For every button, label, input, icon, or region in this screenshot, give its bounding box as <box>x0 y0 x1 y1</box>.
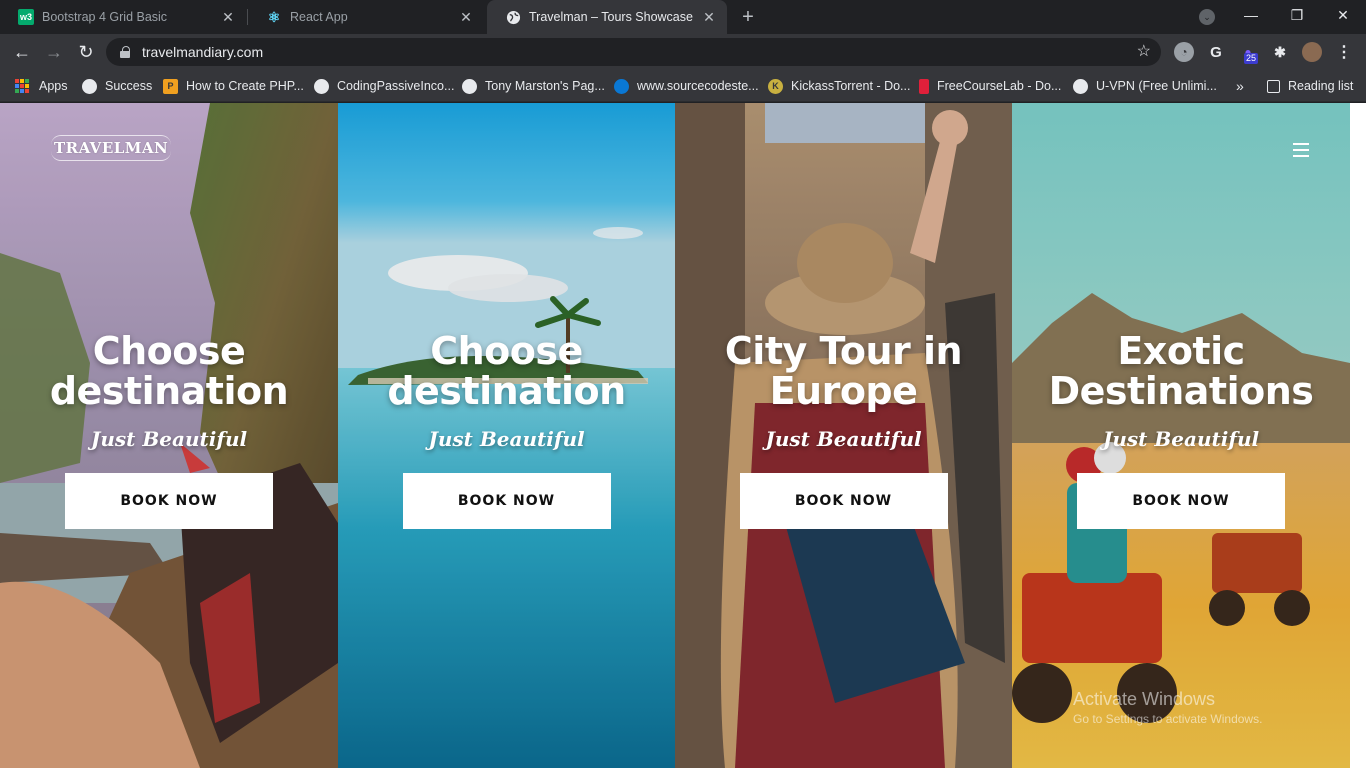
bookmark-freecourselab[interactable]: FreeCourseLab - Do... <box>919 76 1061 96</box>
p-logo-icon: P <box>163 78 178 94</box>
tab-react-app[interactable]: ⚛ React App ✕ <box>248 0 484 34</box>
bookmark-label: Success <box>105 79 153 93</box>
globe-favicon-icon <box>505 9 521 25</box>
bookmark-label: FreeCourseLab - Do... <box>937 79 1062 93</box>
page-viewport: Choose destination Just Beautiful BOOK N… <box>0 103 1366 768</box>
extension-gauge-icon[interactable]: ◔ <box>1174 42 1194 62</box>
panel-title: Choose destination <box>338 331 675 411</box>
react-favicon-icon: ⚛ <box>267 8 281 25</box>
address-bar[interactable]: travelmandiary.com ☆ <box>106 38 1161 66</box>
bookmark-kickass[interactable]: K KickassTorrent - Do... <box>768 76 910 96</box>
bookmarks-overflow-icon[interactable]: » <box>1236 76 1244 96</box>
restore-button[interactable]: ❐ <box>1274 0 1320 30</box>
bookmark-label: U-VPN (Free Unlimi... <box>1096 79 1217 93</box>
panel-subtitle: Just Beautiful <box>765 427 922 451</box>
globe-icon <box>82 78 97 94</box>
google-extension-icon[interactable]: G <box>1206 42 1226 62</box>
panel-title-line: destination <box>387 369 626 413</box>
panel-content: City Tour in Europe Just Beautiful BOOK … <box>675 331 1012 529</box>
tab-close-icon[interactable]: ✕ <box>220 9 236 25</box>
bookmark-red-icon <box>919 78 929 94</box>
lock-icon[interactable] <box>120 46 130 58</box>
panel-title-line: Choose <box>92 329 246 373</box>
tab-travelman[interactable]: Travelman – Tours Showcase ✕ <box>487 0 727 34</box>
profile-avatar[interactable] <box>1302 42 1322 62</box>
bookmark-star-icon[interactable]: ☆ <box>1137 41 1151 61</box>
bookmark-label: How to Create PHP... <box>186 79 304 93</box>
panel-title: Choose destination <box>0 331 338 411</box>
destination-panel[interactable]: Choose destination Just Beautiful BOOK N… <box>0 103 338 768</box>
bookmark-sourcecode[interactable]: www.sourcecodeste... <box>614 76 759 96</box>
bookmark-label: KickassTorrent - Do... <box>791 79 911 93</box>
panel-content: Exotic Destinations Just Beautiful BOOK … <box>1012 331 1350 529</box>
k-logo-icon: K <box>768 78 783 94</box>
watermark-line: Activate Windows <box>1073 689 1216 709</box>
windows-activation-watermark: Activate Windows Go to Settings to activ… <box>1073 689 1262 726</box>
destination-panel[interactable]: Exotic Destinations Just Beautiful BOOK … <box>1012 103 1350 768</box>
extension-badge: 25 <box>1244 53 1259 64</box>
panel-title: Exotic Destinations <box>1012 331 1350 411</box>
tab-title: Bootstrap 4 Grid Basic <box>42 10 168 24</box>
globe-icon <box>462 78 477 94</box>
panel-title-line: Europe <box>769 369 918 413</box>
bookmark-uvpn[interactable]: U-VPN (Free Unlimi... <box>1073 76 1217 96</box>
panel-content: Choose destination Just Beautiful BOOK N… <box>0 331 338 529</box>
drop-icon <box>614 78 629 94</box>
tab-title: Travelman – Tours Showcase <box>529 10 693 24</box>
panel-title-line: Exotic <box>1117 329 1245 373</box>
panel-subtitle: Just Beautiful <box>428 427 585 451</box>
bookmark-label: CodingPassiveInco... <box>337 79 455 93</box>
forward-arrow-icon[interactable]: → <box>42 40 66 64</box>
book-now-button[interactable]: BOOK NOW <box>402 473 611 529</box>
panel-subtitle: Just Beautiful <box>90 427 248 451</box>
tab-bootstrap-grid[interactable]: w3 Bootstrap 4 Grid Basic ✕ <box>0 0 246 34</box>
extensions-puzzle-icon[interactable]: ✱ <box>1270 42 1290 62</box>
panel-title: City Tour in Europe <box>675 331 1012 411</box>
minimize-button[interactable]: — <box>1228 0 1274 30</box>
watermark-line: Go to Settings to activate Windows. <box>1073 712 1263 726</box>
more-menu-icon[interactable]: ⋮ <box>1334 42 1354 62</box>
bookmark-label: Reading list <box>1288 79 1354 93</box>
panel-content: Choose destination Just Beautiful BOOK N… <box>338 331 675 529</box>
book-now-button[interactable]: BOOK NOW <box>65 473 273 529</box>
bookmark-label: Tony Marston's Pag... <box>485 79 605 93</box>
close-window-button[interactable]: ✕ <box>1320 0 1366 30</box>
back-arrow-icon[interactable]: ← <box>10 40 34 64</box>
bookmark-codingpassive[interactable]: CodingPassiveInco... <box>314 76 454 96</box>
bookmark-label: Apps <box>39 79 68 93</box>
bookmark-apps[interactable]: Apps <box>15 76 68 96</box>
bookmark-reading-list[interactable]: Reading list <box>1267 76 1353 96</box>
bookmarks-bar: Apps Success P How to Create PHP... Codi… <box>0 70 1366 102</box>
panel-subtitle: Just Beautiful <box>1102 427 1260 451</box>
new-tab-button[interactable]: + <box>738 7 758 27</box>
reading-list-icon <box>1267 79 1280 93</box>
tab-title: React App <box>290 10 348 24</box>
url-text[interactable]: travelmandiary.com <box>142 44 263 60</box>
panel-title-line: Choose <box>430 329 583 373</box>
panel-title-line: Destinations <box>1048 369 1314 413</box>
site-logo[interactable]: TRAVELMAN <box>50 135 172 161</box>
tab-strip: w3 Bootstrap 4 Grid Basic ✕ ⚛ React App … <box>0 0 1366 34</box>
tab-close-icon[interactable]: ✕ <box>701 9 717 25</box>
destination-panel[interactable]: City Tour in Europe Just Beautiful BOOK … <box>675 103 1012 768</box>
reload-icon[interactable]: ↻ <box>74 40 98 64</box>
globe-icon <box>1073 78 1088 94</box>
w3schools-favicon-icon: w3 <box>18 9 34 25</box>
destination-panel[interactable]: Choose destination Just Beautiful BOOK N… <box>338 103 675 768</box>
bookmark-label: www.sourcecodeste... <box>637 79 759 93</box>
globe-icon <box>314 78 329 94</box>
browser-toolbar: ← → ↻ travelmandiary.com ☆ ◔ G ● ✱ ⋮ <box>0 34 1366 70</box>
bookmark-success[interactable]: Success <box>82 76 152 96</box>
page-edge <box>1350 103 1366 768</box>
hamburger-menu-icon[interactable] <box>1293 143 1309 157</box>
tab-search-icon[interactable]: ⌄ <box>1199 9 1215 25</box>
bookmark-tony-marston[interactable]: Tony Marston's Pag... <box>462 76 605 96</box>
book-now-button[interactable]: BOOK NOW <box>739 473 948 529</box>
bookmark-php[interactable]: P How to Create PHP... <box>163 76 304 96</box>
apps-grid-icon <box>15 79 29 93</box>
panel-title-line: destination <box>49 369 289 413</box>
book-now-button[interactable]: BOOK NOW <box>1077 473 1285 529</box>
tab-close-icon[interactable]: ✕ <box>458 9 474 25</box>
panel-title-line: City Tour in <box>724 329 963 373</box>
